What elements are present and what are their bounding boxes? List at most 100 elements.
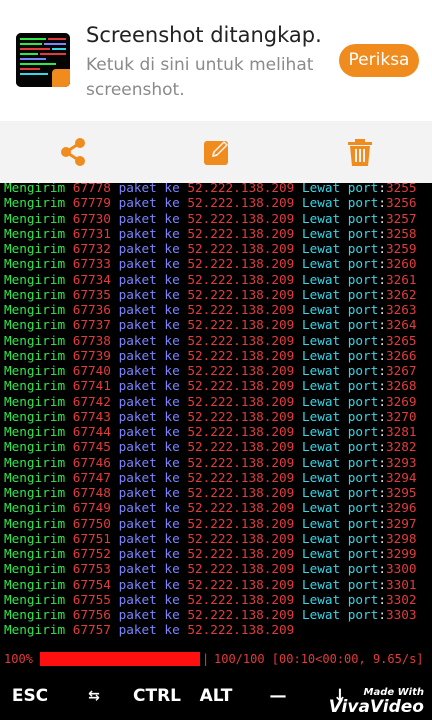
port-number: 3294 — [385, 469, 417, 485]
packet-word: paket ke — [118, 424, 180, 439]
send-word: Mengirim — [4, 454, 66, 470]
port-number: 3259 — [385, 241, 417, 256]
port-word: Lewat port — [301, 363, 379, 378]
progress-percent: 100% — [4, 652, 33, 666]
terminal-line: Mengirim 67742 paket ke 52.222.138.209 L… — [4, 393, 417, 409]
check-button[interactable]: Periksa — [339, 44, 419, 77]
target-ip: 52.222.138.209 — [187, 561, 295, 577]
packet-word: paket ke — [118, 530, 180, 546]
notification-actions — [0, 121, 432, 183]
target-ip: 52.222.138.209 — [187, 393, 295, 409]
target-ip: 52.222.138.209 — [187, 607, 295, 622]
send-word: Mengirim — [4, 393, 66, 409]
port-number: 3302 — [385, 591, 417, 607]
terminal-line: Mengirim 67732 paket ke 52.222.138.209 L… — [4, 241, 417, 256]
terminal-line: Mengirim 67733 paket ke 52.222.138.209 L… — [4, 256, 417, 272]
target-ip: 52.222.138.209 — [187, 439, 295, 455]
packet-number: 67733 — [72, 256, 111, 272]
port-number: 3293 — [385, 454, 417, 470]
send-word: Mengirim — [4, 439, 66, 455]
ctrl-key[interactable]: CTRL — [124, 672, 190, 720]
send-word: Mengirim — [4, 607, 66, 622]
send-word: Mengirim — [4, 195, 66, 211]
terminal-line: Mengirim 67744 paket ke 52.222.138.209 L… — [4, 424, 417, 439]
packet-word: paket ke — [118, 195, 180, 211]
terminal-line: Mengirim 67746 paket ke 52.222.138.209 L… — [4, 454, 417, 470]
send-word: Mengirim — [4, 485, 66, 500]
esc-key[interactable]: ESC — [0, 672, 60, 720]
packet-word: paket ke — [118, 622, 180, 638]
terminal-line: Mengirim 67730 paket ke 52.222.138.209 L… — [4, 210, 417, 226]
terminal-line: Mengirim 67749 paket ke 52.222.138.209 L… — [4, 500, 417, 516]
extra-keys-bar: ESC ⇆ CTRL ALT — ↓ Made With VivaVideo — [0, 672, 432, 720]
port-word: Lewat port — [301, 530, 379, 546]
share-icon[interactable] — [56, 135, 90, 169]
packet-word: paket ke — [118, 500, 180, 516]
packet-word: paket ke — [118, 183, 180, 195]
progress-bar — [40, 652, 200, 666]
target-ip: 52.222.138.209 — [187, 271, 295, 287]
packet-number: 67750 — [72, 515, 111, 531]
recorder-badge-icon — [52, 69, 70, 87]
port-word: Lewat port — [301, 183, 379, 195]
port-word: Lewat port — [301, 591, 379, 607]
packet-word: paket ke — [118, 225, 180, 241]
delete-icon[interactable] — [343, 135, 377, 169]
port-word: Lewat port — [301, 546, 379, 561]
terminal-line: Mengirim 67736 paket ke 52.222.138.209 L… — [4, 302, 417, 317]
packet-number: 67737 — [72, 317, 111, 333]
packet-number: 67736 — [72, 302, 111, 317]
port-word: Lewat port — [301, 302, 379, 317]
edit-icon[interactable] — [200, 135, 234, 169]
packet-word: paket ke — [118, 469, 180, 485]
send-word: Mengirim — [4, 591, 66, 607]
packet-word: paket ke — [118, 286, 180, 302]
screenshot-thumbnail[interactable] — [16, 33, 70, 87]
port-number: 3300 — [385, 561, 417, 577]
terminal-line: Mengirim 67756 paket ke 52.222.138.209 L… — [4, 607, 417, 622]
packet-number: 67748 — [72, 485, 111, 500]
packet-number: 67746 — [72, 454, 111, 470]
target-ip: 52.222.138.209 — [187, 576, 295, 592]
port-word: Lewat port — [301, 561, 379, 577]
port-number: 3260 — [385, 256, 417, 272]
target-ip: 52.222.138.209 — [187, 286, 295, 302]
packet-number: 67731 — [72, 225, 111, 241]
terminal-line: Mengirim 67752 paket ke 52.222.138.209 L… — [4, 546, 417, 561]
alt-key[interactable]: ALT — [190, 672, 242, 720]
notification-title: Screenshot ditangkap. — [86, 23, 322, 47]
packet-word: paket ke — [118, 454, 180, 470]
packet-word: paket ke — [118, 347, 180, 363]
packet-number: 67753 — [72, 561, 111, 577]
port-word: Lewat port — [301, 469, 379, 485]
terminal-output[interactable]: Mengirim 67778 paket ke 52.222.138.209 L… — [0, 183, 432, 650]
send-word: Mengirim — [4, 424, 66, 439]
target-ip: 52.222.138.209 — [187, 256, 295, 272]
send-word: Mengirim — [4, 622, 66, 638]
packet-word: paket ke — [118, 393, 180, 409]
packet-number: 67735 — [72, 286, 111, 302]
send-word: Mengirim — [4, 469, 66, 485]
send-word: Mengirim — [4, 332, 66, 348]
port-number: 3281 — [385, 424, 417, 439]
port-number: 3303 — [385, 607, 417, 622]
terminal-line: Mengirim 67751 paket ke 52.222.138.209 L… — [4, 530, 417, 546]
port-word: Lewat port — [301, 347, 379, 363]
tab-key[interactable]: ⇆ — [64, 672, 124, 720]
dash-key[interactable]: — — [248, 672, 308, 720]
terminal-line: Mengirim 67778 paket ke 52.222.138.209 L… — [4, 183, 417, 195]
port-word: Lewat port — [301, 485, 379, 500]
terminal-line: Mengirim 67779 paket ke 52.222.138.209 L… — [4, 195, 417, 211]
packet-number: 67738 — [72, 332, 111, 348]
target-ip: 52.222.138.209 — [187, 622, 295, 638]
terminal-line: Mengirim 67735 paket ke 52.222.138.209 L… — [4, 286, 417, 302]
port-number: 3256 — [385, 195, 417, 211]
target-ip: 52.222.138.209 — [187, 408, 295, 424]
port-number: 3269 — [385, 393, 417, 409]
port-number: 3265 — [385, 332, 417, 348]
packet-number: 67739 — [72, 347, 111, 363]
terminal-line: Mengirim 67741 paket ke 52.222.138.209 L… — [4, 378, 417, 394]
screenshot-notification[interactable]: Screenshot ditangkap. Ketuk di sini untu… — [0, 0, 432, 121]
send-word: Mengirim — [4, 286, 66, 302]
packet-word: paket ke — [118, 363, 180, 378]
